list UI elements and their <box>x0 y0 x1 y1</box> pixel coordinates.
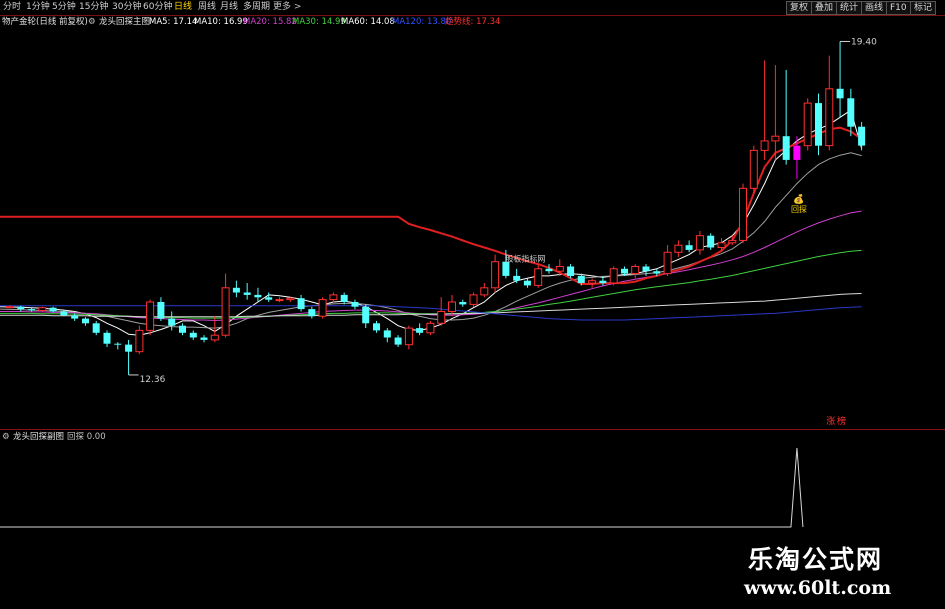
candle-body <box>685 245 693 250</box>
candle-body <box>847 98 855 127</box>
watermark-text-label: 股板指标网 <box>505 254 545 264</box>
watermark-url: www.60lt.com <box>744 577 892 599</box>
candle-body <box>232 287 240 293</box>
candle-body <box>771 135 780 142</box>
candle-body <box>523 280 531 286</box>
limit-up-tag: 榜 <box>837 415 846 427</box>
candle-body <box>362 306 370 324</box>
candle-body <box>480 287 489 296</box>
candle-body <box>858 126 866 146</box>
watermark-title: 乐淘公式网 <box>748 545 884 574</box>
candle-body <box>621 268 628 274</box>
candle-body <box>674 244 683 253</box>
candle-body <box>739 187 747 241</box>
candle-body <box>17 306 25 310</box>
candle-body <box>146 301 155 331</box>
candle-body <box>534 268 543 286</box>
candle-body <box>340 294 348 302</box>
candle-body <box>114 343 122 345</box>
candle-body <box>38 307 47 312</box>
candle-body <box>416 328 424 333</box>
candle-body <box>210 334 219 341</box>
candle-body <box>448 301 456 312</box>
candle-body <box>803 102 812 147</box>
candle-body <box>653 271 661 274</box>
candle-body <box>125 344 133 352</box>
candle-body <box>243 292 251 295</box>
candle-body <box>459 302 467 305</box>
candle-body <box>71 315 79 319</box>
candle-body <box>513 275 521 281</box>
ma-line-MA5 <box>0 109 863 336</box>
candle-body <box>588 280 597 284</box>
candle-body <box>221 287 230 336</box>
candle-body <box>383 330 391 338</box>
candle-body <box>567 266 575 276</box>
candle-body <box>545 268 553 272</box>
kline-chart[interactable]: 12.36 19.40 股板指标网 💰回探涨榜 <box>0 0 945 609</box>
huitan-signal-label: 回探 <box>791 204 807 214</box>
candle-body <box>491 261 500 289</box>
candle-body <box>642 266 650 272</box>
candle-body <box>308 309 316 317</box>
candle-body <box>426 322 435 334</box>
candle-body <box>394 337 402 345</box>
candle-body <box>265 297 273 300</box>
candle-body <box>351 302 359 307</box>
candle-body <box>275 299 284 302</box>
candle-body <box>404 327 413 346</box>
candle-body <box>82 318 89 324</box>
candle-body <box>717 242 726 249</box>
ma-line-MA20 <box>0 210 862 322</box>
candle-body <box>92 323 100 333</box>
candle-body <box>168 318 176 326</box>
low-price-label: 12.36 <box>140 375 166 385</box>
candle-body <box>749 149 758 189</box>
ma-line-趋势线 <box>0 126 863 285</box>
candle-body <box>555 266 564 272</box>
candle-body <box>373 323 380 331</box>
candle-body <box>297 298 305 310</box>
candle-body <box>60 311 68 316</box>
candle-body <box>760 140 769 151</box>
candle-body <box>599 280 607 284</box>
candle-body <box>836 88 844 99</box>
candle-body <box>157 302 165 319</box>
candle-body <box>782 136 790 160</box>
candle-body <box>200 337 208 340</box>
candle-body <box>286 297 295 301</box>
signal-candle <box>793 145 801 160</box>
candle-body <box>179 325 186 333</box>
candle-body <box>502 261 510 276</box>
candle-body <box>631 266 640 275</box>
candle-body <box>577 275 585 283</box>
huitan-spike-line <box>0 447 804 528</box>
candle-body <box>815 103 822 146</box>
candle-body <box>135 329 144 353</box>
candle-body <box>28 309 36 311</box>
watermark: 乐淘公式网 www.60lt.com <box>722 536 932 604</box>
candle-body <box>437 311 446 324</box>
candle-body <box>695 235 704 251</box>
candle-body <box>825 88 834 147</box>
high-price-label: 19.40 <box>851 37 877 47</box>
candle-body <box>707 235 715 248</box>
candle-body <box>329 294 338 301</box>
ma-line-MA60 <box>0 293 862 318</box>
candle-body <box>663 251 672 275</box>
candle-body <box>189 332 197 338</box>
candle-body <box>728 239 737 244</box>
candle-body <box>609 268 618 284</box>
limit-up-tag: 涨 <box>826 416 835 427</box>
candle-body <box>318 299 327 317</box>
candle-body <box>254 294 262 298</box>
candle-body <box>6 306 14 309</box>
candle-body <box>469 294 478 305</box>
ma-line-MA120 <box>0 305 862 321</box>
candle-body <box>49 307 57 312</box>
money-bag-icon: 💰 <box>793 193 804 205</box>
candle-body <box>103 332 111 344</box>
